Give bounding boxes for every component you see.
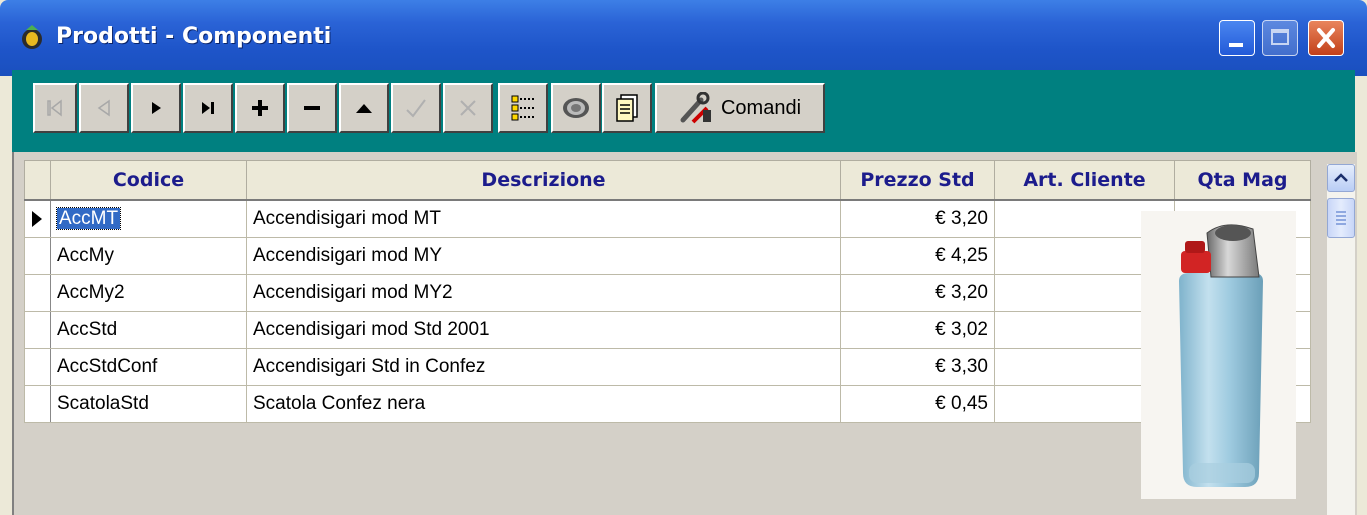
cell-codice[interactable]: ScatolaStd [50,385,247,423]
scroll-up-button[interactable] [1327,164,1355,192]
close-button[interactable] [1308,20,1344,56]
confirm-icon [406,99,426,118]
last-record-icon [202,102,214,114]
column-header-art-cliente[interactable]: Art. Cliente [994,160,1175,201]
table-row[interactable]: AccMy Accendisigari mod MY € 4,25 [24,237,1311,275]
cell-descrizione[interactable]: Accendisigari mod MY2 [246,274,841,312]
column-header-prezzo-std[interactable]: Prezzo Std [840,160,995,201]
current-row-icon [32,211,42,227]
tools-icon [680,92,711,124]
cell-codice[interactable]: AccMT [50,199,247,238]
filter-button[interactable] [551,83,601,133]
cell-descrizione[interactable]: Accendisigari mod MT [246,199,841,238]
vertical-scrollbar[interactable] [1327,164,1355,515]
app-icon [22,25,42,49]
cell-descrizione[interactable]: Accendisigari Std in Confez [246,348,841,386]
cell-codice[interactable]: AccMy [50,237,247,275]
grid-header-row: Codice Descrizione Prezzo Std Art. Clien… [24,160,1311,201]
row-selector[interactable] [24,237,51,275]
filter-icon [563,98,589,118]
row-selector[interactable] [24,311,51,349]
edit-record-button[interactable] [339,83,389,133]
cell-codice[interactable]: AccStd [50,311,247,349]
row-selector[interactable] [24,348,51,386]
row-selector[interactable] [24,385,51,423]
cell-prezzo[interactable]: € 3,02 [840,311,995,349]
cell-codice[interactable]: AccMy2 [50,274,247,312]
add-record-icon [252,100,268,116]
minimize-button[interactable] [1219,20,1255,56]
cancel-button[interactable] [443,83,493,133]
table-row[interactable]: AccMy2 Accendisigari mod MY2 € 3,20 [24,274,1311,312]
previous-record-button[interactable] [79,83,129,133]
cancel-icon [460,100,476,116]
delete-record-button[interactable] [287,83,337,133]
table-row[interactable]: AccStdConf Accendisigari Std in Confez €… [24,348,1311,386]
window-titlebar[interactable]: Prodotti - Componenti [0,0,1367,76]
first-record-icon [47,99,62,117]
first-record-button[interactable] [33,83,77,133]
next-record-icon [152,102,161,114]
confirm-button[interactable] [391,83,441,133]
row-selector[interactable] [24,199,51,238]
row-selector[interactable] [24,274,51,312]
column-header-descrizione[interactable]: Descrizione [246,160,841,201]
table-row[interactable]: AccMT Accendisigari mod MT € 3,20 [24,199,1311,238]
last-record-button[interactable] [183,83,233,133]
cell-codice[interactable]: AccStdConf [50,348,247,386]
comandi-button[interactable]: Comandi [655,83,825,133]
add-record-button[interactable] [235,83,285,133]
toolbar: Comandi [12,70,1355,152]
cell-prezzo[interactable]: € 4,25 [840,237,995,275]
cell-prezzo[interactable]: € 3,20 [840,274,995,312]
cell-descrizione[interactable]: Scatola Confez nera [246,385,841,423]
report-button[interactable] [602,83,652,133]
comandi-label: Comandi [720,96,802,119]
column-header-codice[interactable]: Codice [50,160,247,201]
cell-codice-text: AccMT [55,207,122,230]
delete-record-icon [304,106,320,110]
product-image [1141,211,1296,499]
cell-descrizione[interactable]: Accendisigari mod Std 2001 [246,311,841,349]
close-icon [1317,28,1335,48]
scroll-thumb[interactable] [1327,198,1355,238]
previous-record-icon [97,99,110,117]
cell-descrizione[interactable]: Accendisigari mod MY [246,237,841,275]
column-header-qta-mag[interactable]: Qta Mag [1174,160,1311,201]
edit-record-icon [356,104,372,113]
maximize-button[interactable] [1262,20,1298,56]
cell-prezzo[interactable]: € 0,45 [840,385,995,423]
tree-view-button[interactable] [498,83,548,133]
data-grid-panel: Codice Descrizione Prezzo Std Art. Clien… [12,152,1357,515]
products-grid: Codice Descrizione Prezzo Std Art. Clien… [24,160,1311,423]
lighter-image [1141,211,1296,499]
row-selector-header[interactable] [24,160,51,201]
table-row[interactable]: ScatolaStd Scatola Confez nera € 0,45 [24,385,1311,423]
report-icon [616,94,638,122]
table-row[interactable]: AccStd Accendisigari mod Std 2001 € 3,02 [24,311,1311,349]
tree-view-icon [511,95,535,121]
next-record-button[interactable] [131,83,181,133]
chevron-up-icon [1334,173,1348,182]
cell-prezzo[interactable]: € 3,20 [840,199,995,238]
window-title: Prodotti - Componenti [56,24,332,49]
cell-prezzo[interactable]: € 3,30 [840,348,995,386]
